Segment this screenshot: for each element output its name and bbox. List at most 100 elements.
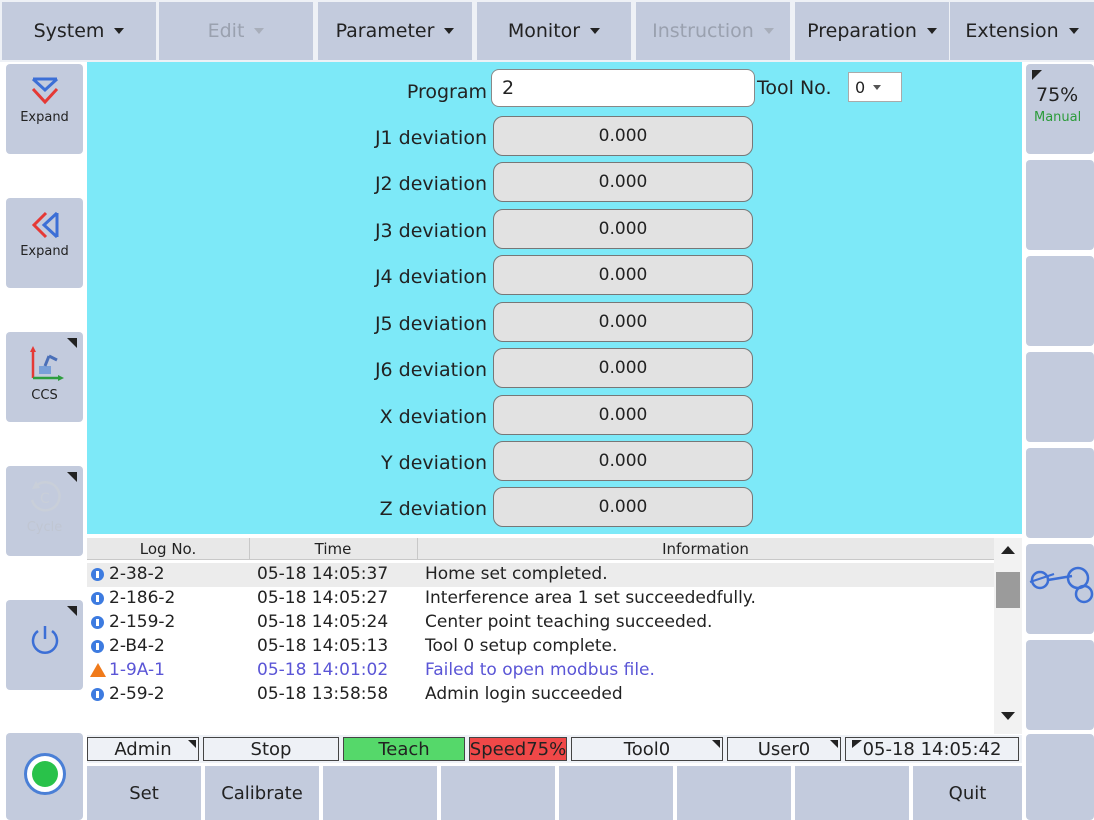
j4-deviation-field[interactable]: 0.000 [493,255,753,295]
coordinate-system-button[interactable]: CCS [6,332,83,422]
scroll-up-icon[interactable] [1001,546,1015,554]
log-row[interactable]: 2-B4-2 05-18 14:05:13 Tool 0 setup compl… [87,635,994,659]
quit-button[interactable]: Quit [913,766,1022,820]
log-row[interactable]: 2-59-2 05-18 13:58:58 Admin login succee… [87,683,994,707]
log-time: 05-18 14:01:02 [257,660,389,680]
expand-down-label: Expand [20,110,69,125]
menu-preparation[interactable]: Preparation [795,2,949,60]
scroll-thumb[interactable] [996,572,1020,608]
y-deviation-field[interactable]: 0.000 [493,441,753,481]
bottom-toolbar: Set Calibrate Quit [87,766,1022,820]
cycle-label: Cycle [26,520,63,535]
scroll-down-icon[interactable] [1001,712,1015,720]
status-lamp-light [32,761,58,787]
chevron-down-icon [763,28,774,34]
tool-number-value: 0 [855,77,866,97]
right-button-4[interactable] [1026,352,1094,442]
menu-extension[interactable]: Extension [950,2,1094,60]
log-info: Center point teaching succeeded. [425,612,713,632]
empty-button-5[interactable] [795,766,909,820]
status-bar: Admin Stop Teach Speed75% Tool0 User0 05… [87,735,1022,763]
menu-edit[interactable]: Edit [159,2,313,60]
double-chevron-left-icon [31,211,58,239]
menu-instruction[interactable]: Instruction [636,2,790,60]
log-info: Tool 0 setup complete. [425,636,618,656]
log-info: Interference area 1 set succeededfully. [425,588,756,608]
info-icon [91,688,104,701]
right-button-7[interactable] [1026,640,1094,730]
speed-button[interactable]: 75% Manual [1026,64,1094,154]
j5-deviation-field[interactable]: 0.000 [493,302,753,342]
log-time: 05-18 14:05:27 [257,588,389,608]
right-button-3[interactable] [1026,256,1094,346]
right-button-8[interactable] [1026,734,1094,820]
log-info: Home set completed. [425,564,608,584]
empty-button-4[interactable] [677,766,791,820]
menu-instruction-label: Instruction [652,20,754,42]
mode-status: Teach [343,737,465,761]
info-icon [91,568,104,581]
j6-deviation-field[interactable]: 0.000 [493,348,753,388]
menu-edit-label: Edit [207,20,245,42]
log-no: 2-186-2 [109,588,176,608]
info-icon [91,616,104,629]
robot-view-button[interactable] [1026,544,1094,634]
expand-left-button[interactable]: Expand [6,198,83,288]
submenu-corner-icon [830,740,838,748]
speed-status: Speed75% [469,737,567,761]
log-row[interactable]: 1-9A-1 05-18 14:01:02 Failed to open mod… [87,659,994,683]
set-button[interactable]: Set [87,766,201,820]
log-info: Admin login succeeded [425,684,623,704]
tool-status[interactable]: Tool0 [571,737,723,761]
log-info: Failed to open modbus file. [425,660,655,680]
servo-lamp-button[interactable] [6,733,83,820]
user-coord-status[interactable]: User0 [727,737,841,761]
log-no: 2-B4-2 [109,636,165,656]
log-scrollbar[interactable] [994,538,1022,734]
calibrate-button[interactable]: Calibrate [205,766,319,820]
tool-status-text: Tool0 [623,738,671,760]
tool-number-select[interactable]: 0 [848,72,902,102]
empty-button-3[interactable] [559,766,673,820]
z-deviation-field[interactable]: 0.000 [493,487,753,527]
expand-down-button[interactable]: Expand [6,64,83,154]
chevron-down-icon [254,28,265,34]
x-deviation-field[interactable]: 0.000 [493,395,753,435]
status-lamp-icon [24,753,66,795]
j1-deviation-field[interactable]: 0.000 [493,116,753,156]
expand-left-label: Expand [20,244,69,259]
log-time-header: Time [314,540,352,558]
menu-monitor[interactable]: Monitor [477,2,631,60]
j3-deviation-field[interactable]: 0.000 [493,209,753,249]
right-button-5[interactable] [1026,448,1094,538]
log-time: 05-18 14:05:13 [257,636,389,656]
empty-button-1[interactable] [323,766,437,820]
log-no: 2-38-2 [109,564,165,584]
power-button[interactable] [6,600,83,690]
x-deviation-label: X deviation [379,406,487,428]
user-status[interactable]: Admin [87,737,199,761]
cycle-button[interactable]: C Cycle [6,466,83,556]
speed-text: Speed75% [469,738,567,760]
y-deviation-label: Y deviation [381,452,487,474]
j5-deviation-label: J5 deviation [374,313,487,335]
j2-deviation-field[interactable]: 0.000 [493,162,753,202]
info-icon [91,640,104,653]
j4-deviation-label: J4 deviation [374,266,487,288]
menu-parameter-label: Parameter [335,20,435,42]
power-icon [31,626,58,654]
submenu-corner-icon [852,740,862,748]
log-header: Log No. Time Information [87,538,994,560]
menu-parameter[interactable]: Parameter [318,2,472,60]
robot-arm-icon [1029,566,1094,604]
right-button-2[interactable] [1026,160,1094,250]
log-row[interactable]: 2-186-2 05-18 14:05:27 Interference area… [87,587,994,611]
left-toolbar: Expand Expand CCS C Cycle [0,62,87,820]
program-input[interactable]: 2 [491,69,755,107]
menu-system[interactable]: System [2,2,156,60]
log-row[interactable]: 2-159-2 05-18 14:05:24 Center point teac… [87,611,994,635]
empty-button-2[interactable] [441,766,555,820]
log-no-header: Log No. [139,540,197,558]
menu-system-label: System [33,20,105,42]
log-row[interactable]: 2-38-2 05-18 14:05:37 Home set completed… [87,563,994,587]
